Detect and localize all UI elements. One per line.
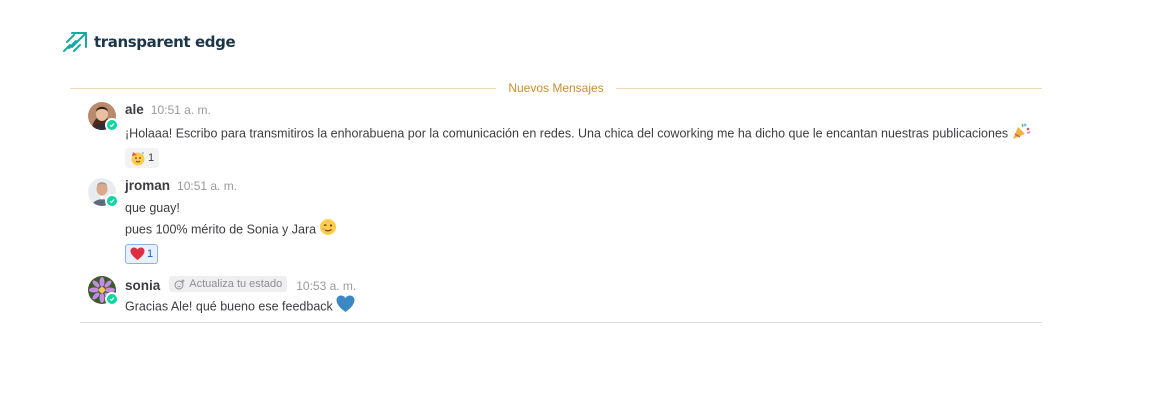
username[interactable]: jroman (125, 178, 170, 193)
party-popper-icon (1011, 122, 1031, 146)
message-body: pues 100% mérito de Sonia y Jara (125, 222, 317, 237)
update-status-button[interactable]: Actualiza tu estado (169, 276, 288, 292)
online-status-icon (105, 118, 119, 132)
post-header: jroman 10:51 a. m. (125, 178, 1045, 196)
username[interactable]: sonia (125, 278, 160, 293)
message-text: Gracias Ale! qué bueno ese feedback (125, 295, 1045, 319)
message-body: Gracias Ale! qué bueno ese feedback (125, 299, 333, 314)
reaction-count: 1 (147, 248, 154, 260)
online-status-icon (105, 292, 119, 306)
update-status-label: Actualiza tu estado (189, 278, 283, 290)
winking-face-icon (319, 218, 337, 242)
post-content: ale 10:51 a. m. ¡Holaaa! Escribo para tr… (125, 102, 1045, 171)
online-status-icon (105, 194, 119, 208)
reaction-partying-face[interactable]: 1 (125, 148, 160, 168)
divider-line-right (615, 87, 1043, 89)
divider-line-left (70, 87, 497, 89)
partying-face-icon (131, 152, 145, 166)
post-header: sonia Actualiza tu estado 10:53 a. m. (125, 276, 1045, 294)
username[interactable]: ale (125, 102, 144, 117)
timestamp[interactable]: 10:51 a. m. (177, 179, 237, 193)
post-content: jroman 10:51 a. m. que guay! pues 100% m… (125, 178, 1045, 266)
avatar-jroman[interactable] (88, 178, 119, 208)
timestamp[interactable]: 10:53 a. m. (296, 279, 356, 293)
message-text: pues 100% mérito de Sonia y Jara (125, 218, 1045, 242)
message-text: ¡Holaaa! Escribo para transmitiros la en… (125, 122, 1045, 146)
brand-logo[interactable]: transparent edge (62, 29, 236, 55)
new-messages-divider: Nuevos Mensajes (70, 80, 1043, 96)
post-header: ale 10:51 a. m. (125, 102, 1045, 120)
smiley-plus-icon (174, 279, 185, 289)
transparent-edge-logo-icon (63, 32, 87, 52)
post-content: sonia Actualiza tu estado 10:53 a. m. Gr… (125, 276, 1045, 319)
avatar-sonia[interactable] (88, 276, 119, 306)
reaction-count: 1 (148, 152, 155, 164)
message-text: que guay! (125, 201, 180, 215)
reaction-red-heart[interactable]: 1 (125, 244, 159, 264)
thread-bottom-divider (80, 322, 1042, 323)
brand-name: transparent edge (94, 33, 236, 51)
new-messages-label: Nuevos Mensajes (508, 81, 604, 95)
avatar-ale[interactable] (88, 102, 119, 132)
red-heart-icon (130, 247, 145, 260)
timestamp[interactable]: 10:51 a. m. (151, 103, 211, 117)
blue-heart-icon (336, 295, 355, 319)
message-body: ¡Holaaa! Escribo para transmitiros la en… (125, 126, 1009, 141)
